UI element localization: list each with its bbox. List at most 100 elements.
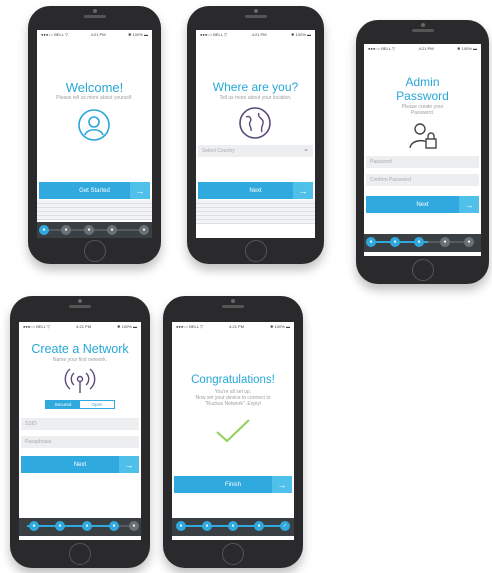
confirm-password-placeholder: Confirm Password <box>370 177 411 183</box>
phone-congratulations: ●●●○○ BELL ▽ 4:21 PM ✱ 100% ▬ Congratula… <box>163 296 303 568</box>
battery-label: ✱ 100% ▬ <box>128 31 148 37</box>
next-button[interactable]: Next → <box>366 196 479 213</box>
earpiece-speaker <box>69 305 91 308</box>
screen-network: ●●●○○ BELL ▽ 4:21 PM ✱ 100% ▬ Create a N… <box>19 322 141 540</box>
earpiece-speaker <box>411 29 434 32</box>
home-button[interactable] <box>222 543 244 565</box>
step-1-dot: ● <box>39 225 49 235</box>
country-select[interactable]: Select Country ⌄ <box>198 145 313 157</box>
card-stack-edge <box>37 216 152 220</box>
arrow-right-icon: → <box>119 456 139 473</box>
earpiece-speaker <box>83 15 106 18</box>
checkmark-icon <box>216 419 250 443</box>
step-2-dot: ● <box>55 521 65 531</box>
battery-label: ✱ 100% ▬ <box>291 31 311 37</box>
card-stack-edge <box>196 220 315 224</box>
page-title-line-1: Admin <box>405 75 440 89</box>
admin-lock-icon <box>409 123 437 149</box>
user-icon <box>78 109 110 141</box>
next-button[interactable]: Next → <box>198 182 313 199</box>
arrow-right-icon: → <box>293 182 313 199</box>
screen-congratulations: ●●●○○ BELL ▽ 4:21 PM ✱ 100% ▬ Congratula… <box>172 322 294 540</box>
chevron-down-icon: ⌄ <box>303 146 309 153</box>
front-camera <box>78 299 82 303</box>
battery-label: ✱ 100% ▬ <box>117 323 137 329</box>
carrier-label: ●●●○○ BELL ▽ <box>41 31 69 37</box>
step-5-dot: ✓ <box>280 521 290 531</box>
arrow-right-icon: → <box>130 182 150 199</box>
step-2-dot: ● <box>61 225 71 235</box>
button-label: Get Started <box>79 187 110 194</box>
clock-label: 4:21 PM <box>251 31 267 37</box>
step-2-dot: ● <box>202 521 212 531</box>
status-bar: ●●●○○ BELL ▽ 4:21 PM ✱ 100% ▬ <box>364 44 481 52</box>
home-button[interactable] <box>411 259 434 281</box>
clock-label: 4:21 PM <box>229 323 245 329</box>
page-title: Welcome! <box>65 80 124 95</box>
page-title-line-2: Password <box>396 89 449 103</box>
button-label: Next <box>416 201 429 208</box>
step-5-dot: ● <box>464 237 474 247</box>
wireless-icon <box>64 368 96 393</box>
step-4-dot: ● <box>109 521 119 531</box>
battery-label: ✱ 100% ▬ <box>270 323 290 329</box>
passphrase-field[interactable]: Passphrase <box>21 436 139 448</box>
home-button[interactable] <box>69 543 91 565</box>
ssid-field[interactable]: SSID <box>21 418 139 430</box>
front-camera <box>253 9 258 13</box>
confirm-password-field[interactable]: Confirm Password <box>366 174 479 186</box>
next-button[interactable]: Next → <box>21 456 139 473</box>
step-3-dot: ● <box>228 521 238 531</box>
progress-bar: ● ● ● ● ● <box>364 234 481 252</box>
progress-bar: ● ● ● ● ✓ <box>172 518 294 536</box>
earpiece-speaker <box>244 15 267 18</box>
carrier-label: ●●●○○ BELL ▽ <box>23 323 51 329</box>
ssid-placeholder: SSID <box>25 421 37 427</box>
page-subtitle: Tell us more about your location. <box>219 95 292 101</box>
progress-bar: ● ● ● ● ● <box>19 518 141 536</box>
screen-admin: ●●●○○ BELL ▽ 4:21 PM ✱ 100% ▬ Admin Pass… <box>364 44 481 256</box>
segment-secured[interactable]: Secured <box>46 401 80 408</box>
finish-button[interactable]: Finish → <box>174 476 292 493</box>
progress-bar: ● ● ● ● ● <box>37 222 152 238</box>
password-placeholder: Password <box>370 159 392 165</box>
carrier-label: ●●●○○ BELL ▽ <box>368 45 396 51</box>
arrow-right-icon: → <box>272 476 292 493</box>
phone-network: ●●●○○ BELL ▽ 4:21 PM ✱ 100% ▬ Create a N… <box>10 296 150 568</box>
button-label: Next <box>73 461 87 468</box>
page-subtitle-line-2: Password. <box>410 110 435 116</box>
page-subtitle: Please tell us more about yourself. <box>56 95 133 101</box>
step-4-dot: ● <box>107 225 117 235</box>
step-5-dot: ● <box>139 225 149 235</box>
screen-location: ●●●○○ BELL ▽ 4:21 PM ✱ 100% ▬ Where are … <box>196 30 315 238</box>
phone-welcome: ●●●○○ BELL ▽ 4:21 PM ✱ 100% ▬ Welcome! P… <box>28 6 161 264</box>
front-camera <box>92 9 97 13</box>
carrier-label: ●●●○○ BELL ▽ <box>200 31 228 37</box>
page-title: Congratulations! <box>191 374 275 386</box>
get-started-button[interactable]: Get Started → <box>39 182 150 199</box>
clock-label: 4:21 PM <box>90 31 106 37</box>
home-button[interactable] <box>244 240 267 262</box>
segment-open[interactable]: Open <box>80 401 114 408</box>
page-title: Where are you? <box>212 80 299 94</box>
button-label: Finish <box>224 481 241 488</box>
status-bar: ●●●○○ BELL ▽ 4:21 PM ✱ 100% ▬ <box>37 30 152 38</box>
password-field[interactable]: Password <box>366 156 479 168</box>
phone-location: ●●●○○ BELL ▽ 4:21 PM ✱ 100% ▬ Where are … <box>187 6 324 264</box>
step-2-dot: ● <box>390 237 400 247</box>
country-select-value: Select Country <box>202 148 235 154</box>
clock-label: 4:21 PM <box>418 45 434 51</box>
status-bar: ●●●○○ BELL ▽ 4:21 PM ✱ 100% ▬ <box>196 30 315 38</box>
home-button[interactable] <box>83 240 106 262</box>
battery-label: ✱ 100% ▬ <box>457 45 477 51</box>
step-1-dot: ● <box>176 521 186 531</box>
progress-track-done <box>27 525 113 527</box>
page-subtitle-line-3: "Ruckus Network". Enjoy! <box>204 401 262 407</box>
screen-welcome: ●●●○○ BELL ▽ 4:21 PM ✱ 100% ▬ Welcome! P… <box>37 30 152 238</box>
carrier-label: ●●●○○ BELL ▽ <box>176 323 204 329</box>
front-camera <box>420 23 425 27</box>
button-label: Next <box>249 187 262 194</box>
passphrase-placeholder: Passphrase <box>25 439 52 445</box>
step-1-dot: ● <box>29 521 39 531</box>
step-3-dot: ● <box>84 225 94 235</box>
